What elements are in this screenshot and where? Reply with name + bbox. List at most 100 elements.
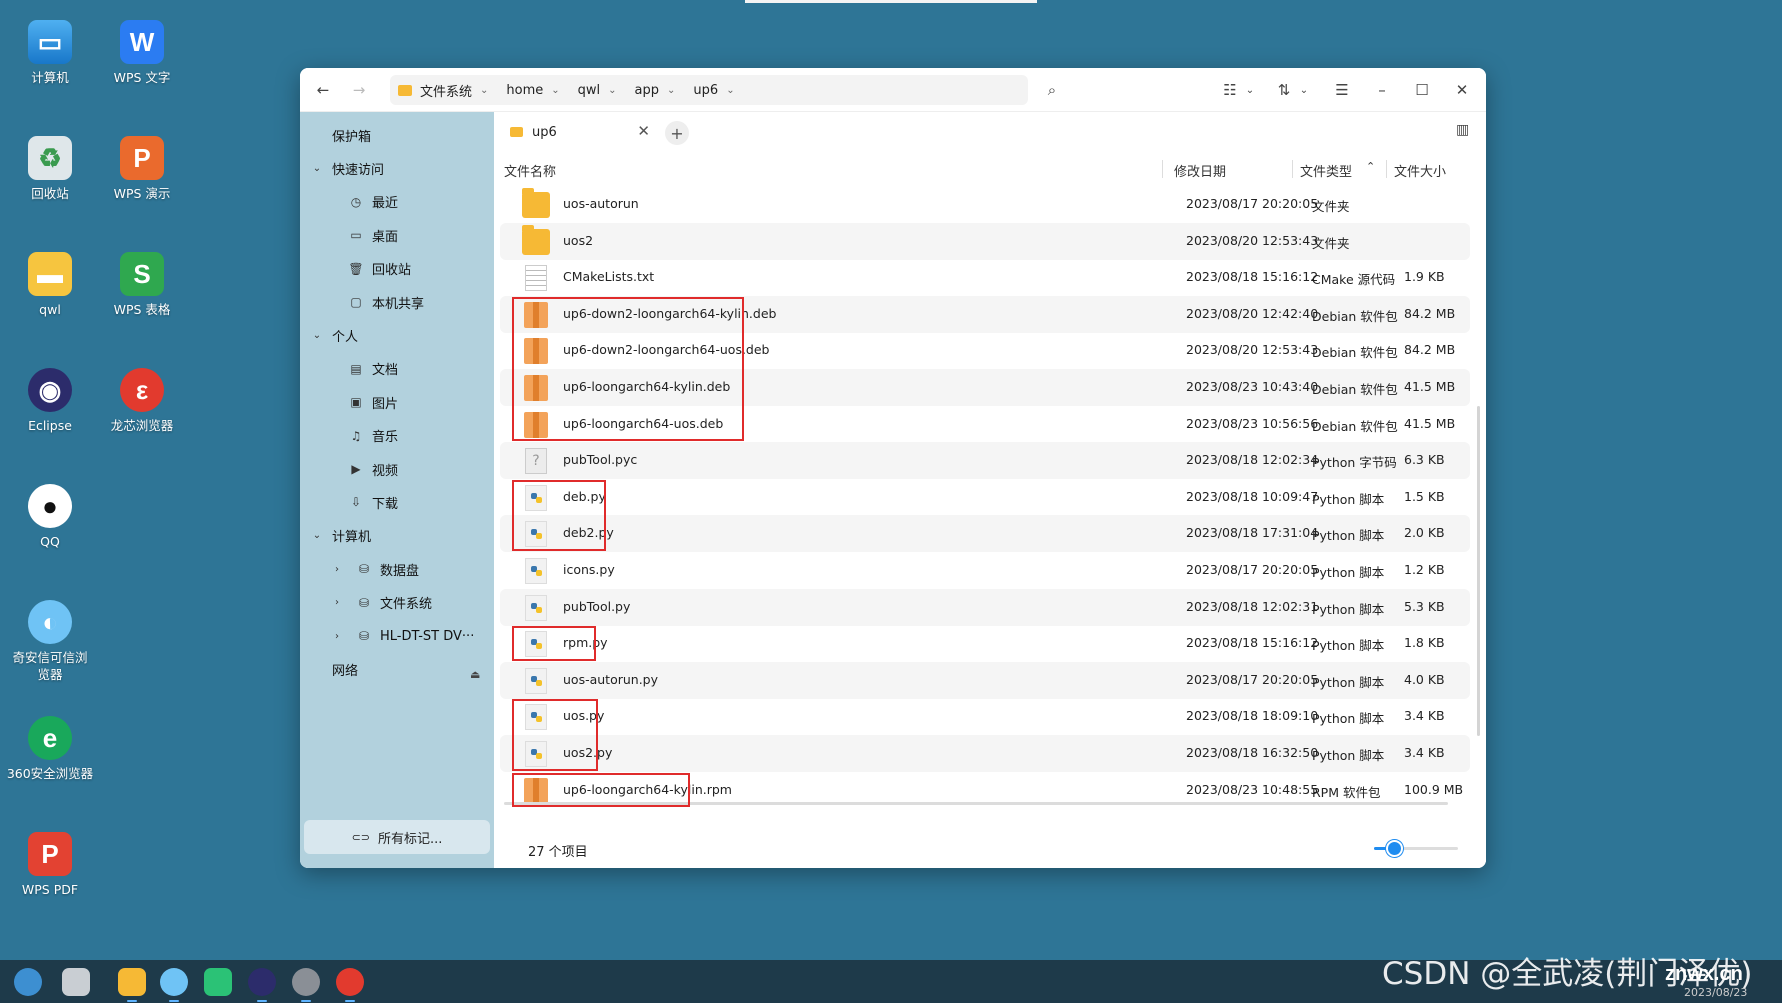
column-divider[interactable] [1162, 160, 1163, 178]
detail-panel-icon[interactable]: ▥ [1456, 122, 1474, 138]
sort-ascending-icon[interactable]: ⌃ [1366, 160, 1375, 173]
desktop-shortcut[interactable]: P WPS 演示 [96, 136, 188, 203]
expand-toggle-icon[interactable]: ⌄ [310, 330, 324, 341]
chevron-down-icon[interactable]: ⌄ [726, 85, 734, 96]
sidebar-item[interactable]: › ⛁ 文件系统 [300, 588, 494, 618]
chat-app-icon[interactable] [204, 968, 232, 996]
clock-date: 2023/08/23 [1684, 986, 1748, 999]
titlebar: ← → 文件系统 ⌄ home ⌄ qwl ⌄ app ⌄ up6 ⌄ ⌕ ☷ ⌄ ⇅ ⌄… [300, 68, 1486, 112]
desktop-shortcut[interactable]: ▭ 计算机 [4, 20, 96, 87]
back-button[interactable]: ← [310, 78, 336, 102]
sidebar-item[interactable]: 保护箱 [300, 120, 494, 150]
sidebar-item-icon: ◷ [350, 194, 362, 209]
sidebar-item[interactable]: ▤ 文档 [300, 354, 494, 384]
sidebar-item[interactable]: ◷ 最近 [300, 187, 494, 217]
desktop-shortcut[interactable]: ε 龙芯浏览器 [96, 368, 188, 435]
eclipse-taskbar-icon[interactable] [248, 968, 276, 1002]
file-list: up6-loongarch64-kylin.rpm 2023/08/23 10:4… [494, 186, 1486, 822]
expand-toggle-icon[interactable]: › [330, 597, 344, 608]
file-row[interactable]: uos-autorun 2023/08/17 20:20:05 文件夹 [500, 186, 1470, 223]
search-icon[interactable]: ⌕ [1040, 78, 1064, 102]
column-divider[interactable] [1292, 160, 1293, 178]
file-row[interactable]: uos.py 2023/08/18 18:09:10 Python 脚本 3.4 KB [500, 698, 1470, 735]
file-row[interactable]: deb2.py 2023/08/18 17:31:04 Python 脚本 2.0 K… [500, 515, 1470, 553]
sidebar-item[interactable]: 网络 [300, 654, 494, 684]
breadcrumb-qwl[interactable]: qwl ⌄ [578, 83, 617, 98]
chevron-down-icon[interactable]: ⌄ [608, 85, 616, 96]
breadcrumb-up6[interactable]: up6 ⌄ [693, 83, 734, 98]
desktop-shortcut[interactable]: W WPS 文字 [96, 20, 188, 87]
file-row[interactable]: uos2.py 2023/08/18 16:32:50 Python 脚本 3.4 K… [500, 735, 1470, 772]
column-type[interactable]: 文件类型 [1300, 161, 1352, 180]
breadcrumb-home[interactable]: home ⌄ [506, 83, 559, 98]
chevron-down-icon[interactable]: ⌄ [551, 85, 559, 96]
desktop-shortcut[interactable]: ◉ Eclipse [4, 368, 96, 435]
sidebar-item[interactable]: › ⛁ HL-DT-ST DV··· [300, 621, 494, 651]
sidebar-item[interactable]: ▣ 图片 [300, 387, 494, 417]
file-row[interactable]: icons.py 2023/08/17 20:20:05 Python 脚本 1.2 … [500, 552, 1470, 589]
desktop-shortcut[interactable]: ▬ qwl [4, 252, 96, 319]
file-row[interactable]: rpm.py 2023/08/18 15:16:12 Python 脚本 1.8 KB [500, 625, 1470, 662]
settings-icon[interactable] [292, 968, 320, 1002]
sidebar-item[interactable]: ♫ 音乐 [300, 421, 494, 451]
column-name[interactable]: 文件名称 [504, 161, 556, 180]
chevron-down-icon[interactable]: ⌄ [1292, 78, 1316, 102]
column-divider[interactable] [1386, 160, 1387, 178]
text-file-icon [525, 265, 547, 292]
tab-up6[interactable]: up6 ✕ [500, 116, 660, 148]
sidebar-item[interactable]: ⇩ 下载 [300, 487, 494, 517]
desktop-shortcut-label: 龙芯浏览器 [110, 418, 174, 433]
zoom-slider[interactable] [1374, 840, 1458, 857]
chevron-down-icon[interactable]: ⌄ [1238, 78, 1262, 102]
file-row[interactable]: deb.py 2023/08/18 10:09:47 Python 脚本 1.5 KB [500, 479, 1470, 516]
file-row[interactable]: CMakeLists.txt 2023/08/18 15:16:12 CMake 源… [500, 259, 1470, 296]
file-size: 1.2 KB [1404, 562, 1445, 577]
qianxin-browser-taskbar-icon[interactable] [160, 968, 188, 1002]
expand-toggle-icon[interactable]: › [330, 564, 344, 575]
minimize-button[interactable]: – [1370, 78, 1394, 102]
sidebar-item[interactable]: › ⛁ 数据盘 [300, 554, 494, 584]
multitask-view-icon[interactable] [62, 968, 90, 996]
new-tab-button[interactable]: + [665, 121, 689, 145]
forward-button[interactable]: → [346, 78, 372, 102]
sidebar-item[interactable]: ▢ 本机共享 [300, 287, 494, 317]
maximize-button[interactable]: ☐ [1410, 78, 1434, 102]
launcher-icon[interactable] [14, 968, 42, 996]
file-row[interactable]: uos2 2023/08/20 12:53:43 文件夹 [500, 222, 1470, 260]
folder-icon [398, 84, 412, 96]
chevron-down-icon[interactable]: ⌄ [667, 85, 675, 96]
column-size[interactable]: 文件大小 [1394, 161, 1446, 180]
file-row[interactable]: ? pubTool.pyc 2023/08/18 12:02:34 Python 字节… [500, 442, 1470, 480]
desktop-shortcut[interactable]: ◐ 奇安信可信浏览器 [4, 600, 96, 684]
desktop-shortcut[interactable]: S WPS 表格 [96, 252, 188, 319]
file-row[interactable]: uos-autorun.py 2023/08/17 20:20:05 Python … [500, 661, 1470, 699]
zoom-slider-handle[interactable] [1386, 840, 1404, 857]
expand-toggle-icon[interactable]: ⌄ [310, 530, 324, 541]
eject-icon[interactable]: ⏏ [470, 668, 480, 681]
close-button[interactable]: ✕ [1450, 78, 1474, 102]
desktop-shortcut[interactable]: ♻ 回收站 [4, 136, 96, 203]
desktop-shortcut[interactable]: e 360安全浏览器 [4, 716, 96, 783]
breadcrumb-filesystem[interactable]: 文件系统 ⌄ [398, 81, 488, 100]
sidebar-item[interactable]: 🗑 回收站 [300, 254, 494, 284]
sidebar-item[interactable]: ▶ 视频 [300, 454, 494, 484]
tab-close-icon[interactable]: ✕ [637, 122, 650, 140]
breadcrumb-app[interactable]: app ⌄ [635, 83, 676, 98]
vertical-scrollbar[interactable] [1477, 406, 1480, 736]
sidebar-item[interactable]: ⌄ 快速访问 [300, 153, 494, 183]
all-tags-button[interactable]: ⊂⊃ 所有标记... [304, 820, 490, 854]
expand-toggle-icon[interactable]: › [330, 631, 344, 642]
menu-icon[interactable]: ☰ [1330, 78, 1354, 102]
expand-toggle-icon[interactable]: ⌄ [310, 163, 324, 174]
sidebar-item[interactable]: ▭ 桌面 [300, 220, 494, 250]
file-row[interactable]: pubTool.py 2023/08/18 12:02:31 Python 脚本 5.… [500, 588, 1470, 626]
sidebar-item[interactable]: ⌄ 计算机 [300, 521, 494, 551]
chevron-down-icon[interactable]: ⌄ [480, 85, 488, 96]
file-manager-taskbar-icon[interactable] [118, 968, 146, 1002]
column-date[interactable]: 修改日期 [1174, 161, 1226, 180]
desktop-shortcut[interactable]: ● QQ [4, 484, 96, 551]
sidebar-item[interactable]: ⌄ 个人 [300, 320, 494, 350]
desktop-shortcut[interactable]: P WPS PDF [4, 832, 96, 899]
desktop-shortcut-label: 回收站 [31, 186, 69, 201]
loongson-browser-taskbar-icon[interactable] [336, 968, 364, 1002]
